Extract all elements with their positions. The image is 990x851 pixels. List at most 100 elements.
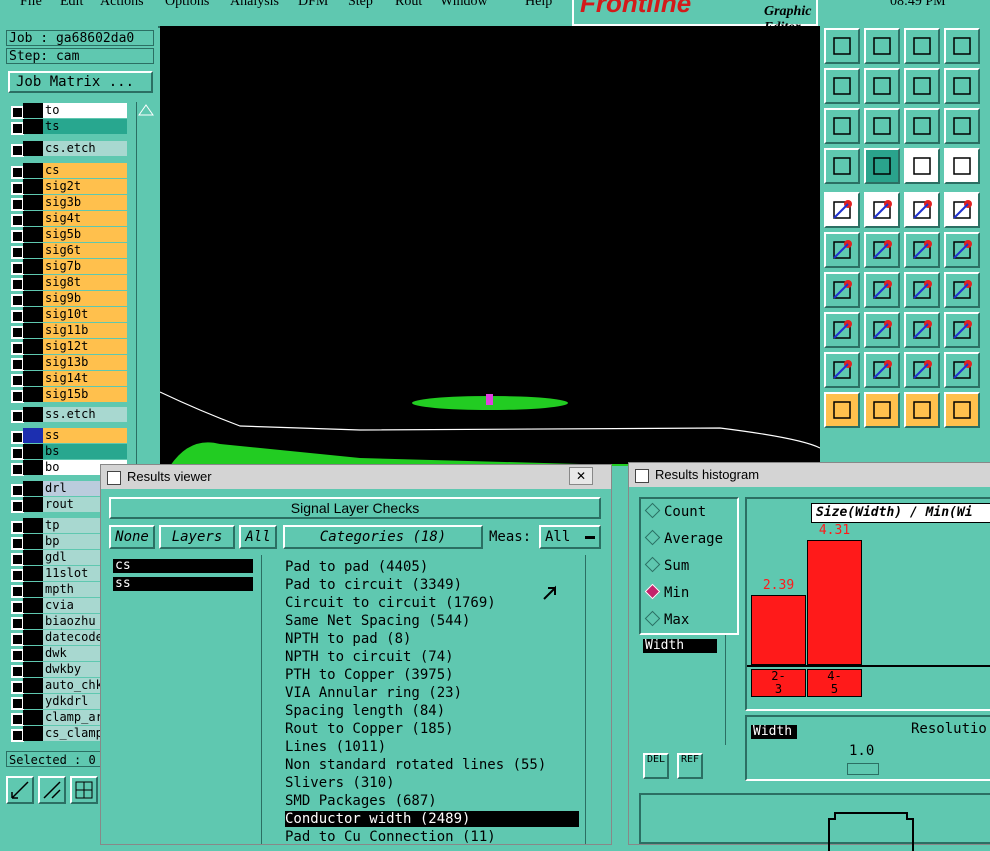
resolution-slider[interactable] [847,763,879,775]
layer-result-item[interactable]: cs [113,559,253,573]
save-button[interactable] [864,28,900,64]
layer-row-sig11b[interactable]: sig11b [6,323,130,339]
category-item[interactable]: Pad to pad (4405) [285,559,579,575]
route-button[interactable] [944,68,980,104]
layer-row-sig8t[interactable]: sig8t [6,275,130,291]
layer-row-cs[interactable]: cs [6,163,130,179]
menu-edit[interactable]: Edit [60,0,83,10]
grid-button[interactable] [864,148,900,184]
text-button[interactable] [944,272,980,308]
layer-row-cs.etch[interactable]: cs.etch [6,141,130,157]
width-item[interactable]: Width [643,639,717,653]
layer-result-item[interactable]: ss [113,577,253,591]
category-item[interactable]: Slivers (310) [285,775,579,791]
box-button[interactable] [824,312,860,348]
select2-button[interactable] [904,392,940,428]
line-button[interactable] [904,232,940,268]
radio-sum[interactable]: Sum [644,556,689,575]
menu-actions[interactable]: Actions [100,0,144,10]
layer-row-sig6t[interactable]: sig6t [6,243,130,259]
meas-select[interactable]: All [539,525,601,549]
del-button[interactable]: DEL [643,753,669,779]
pointer-button[interactable] [824,392,860,428]
radio-min[interactable]: Min [644,583,689,602]
width-scrollbar[interactable] [725,635,740,745]
select-button[interactable] [864,392,900,428]
menu-rout[interactable]: Rout [395,0,422,10]
layer-row-to[interactable]: to [6,103,130,119]
all-button[interactable]: All [239,525,277,549]
layer-row-sig14t[interactable]: sig14t [6,371,130,387]
home-button[interactable] [904,28,940,64]
menu-window[interactable]: Window [440,0,488,10]
category-item[interactable]: VIA Annular ring (23) [285,685,579,701]
category-item[interactable]: PTH to Copper (3975) [285,667,579,683]
circles-button[interactable] [944,312,980,348]
angle-button[interactable] [824,272,860,308]
pad-button[interactable] [944,192,980,228]
tools-button[interactable] [824,148,860,184]
results-viewer-titlebar[interactable]: Results viewer ✕ [101,465,611,489]
radio-count[interactable]: Count [644,502,706,521]
layer-row-ts[interactable]: ts [6,119,130,135]
menu-analysis[interactable]: Analysis [230,0,279,10]
category-item[interactable]: Non standard rotated lines (55) [285,757,579,773]
slash-button[interactable] [864,272,900,308]
job-matrix-button[interactable]: Job Matrix ... [8,71,153,93]
layer-row-sig10t[interactable]: sig10t [6,307,130,323]
category-item[interactable]: Pad to circuit (3349) [285,577,579,593]
radio-max[interactable]: Max [644,610,689,629]
histogram-bar[interactable] [751,595,806,665]
open-button[interactable] [824,28,860,64]
help-button[interactable] [944,108,980,144]
radio-average[interactable]: Average [644,529,723,548]
width-item-2[interactable]: Width [751,725,797,739]
layer-row-sig9b[interactable]: sig9b [6,291,130,307]
category-item[interactable]: SMD Packages (687) [285,793,579,809]
measure-button[interactable] [38,776,66,804]
measure-h-button[interactable] [904,312,940,348]
snap-right-button[interactable] [864,68,900,104]
none-button[interactable]: None [109,525,155,549]
menu-file[interactable]: File [20,0,42,10]
fill-button[interactable] [824,192,860,228]
triangle-button[interactable] [824,352,860,388]
scale-1-2-button[interactable] [904,108,940,144]
category-item[interactable]: Rout to Copper (185) [285,721,579,737]
close-button[interactable]: ✕ [569,467,593,485]
category-item[interactable]: Conductor width (2489) [285,811,579,827]
layers-red-button[interactable] [904,148,940,184]
cross-button[interactable] [864,232,900,268]
category-item[interactable]: Circuit to circuit (1769) [285,595,579,611]
grid-button[interactable] [70,776,98,804]
histogram-titlebar[interactable]: Results histogram [629,463,990,487]
ref-button[interactable]: REF [677,753,703,779]
menu-help[interactable]: Help [525,0,552,10]
window-button[interactable] [944,28,980,64]
graphics-canvas[interactable] [160,26,820,466]
triangle2-button[interactable] [864,352,900,388]
zoom-fit-button[interactable] [6,776,34,804]
arc-button[interactable] [904,272,940,308]
histogram-bar[interactable] [807,539,862,665]
categories-button[interactable]: Categories (18) [283,525,483,549]
layer-list-scrollbar[interactable] [261,555,276,844]
dash-button[interactable] [864,312,900,348]
menu-dfm[interactable]: DFM [298,0,328,10]
ruler-button[interactable] [904,192,940,228]
category-item[interactable]: NPTH to pad (8) [285,631,579,647]
tree-button[interactable] [944,392,980,428]
layer-row-sig13b[interactable]: sig13b [6,355,130,371]
layers-button[interactable]: Layers [159,525,235,549]
mirror-button[interactable] [904,68,940,104]
layer-row-sig7b[interactable]: sig7b [6,259,130,275]
net-button[interactable] [824,232,860,268]
pan-button[interactable] [864,108,900,144]
triangle4-button[interactable] [944,352,980,388]
category-item[interactable]: Same Net Spacing (544) [285,613,579,629]
vector-button[interactable] [944,232,980,268]
triangle3-button[interactable] [904,352,940,388]
layers-red2-button[interactable] [944,148,980,184]
layer-row-sig5b[interactable]: sig5b [6,227,130,243]
shape-button[interactable] [864,192,900,228]
